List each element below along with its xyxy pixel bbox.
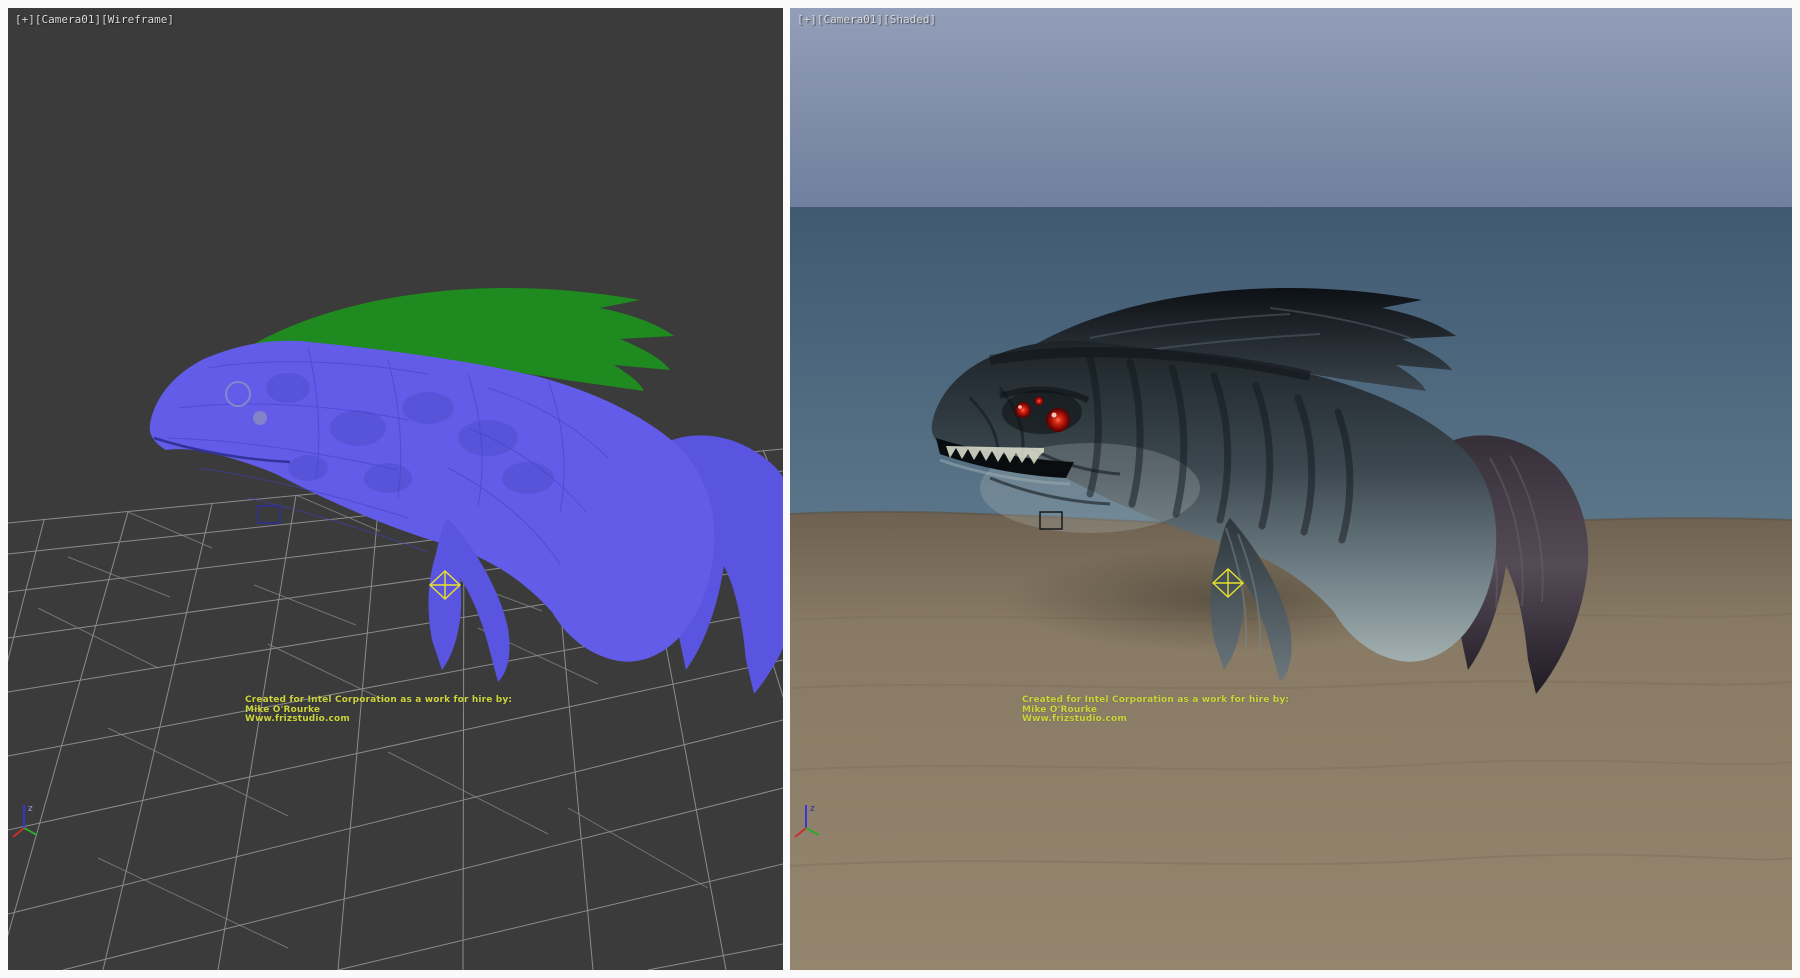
viewport-label: [+][Camera01][Wireframe]: [15, 13, 174, 26]
axis-z-label: z: [28, 804, 33, 814]
application-window: [+][Camera01][Wireframe]: [0, 0, 1800, 978]
credit-line-3: Www.frizstudio.com: [1022, 715, 1289, 725]
bone-helper-box[interactable]: [258, 506, 280, 523]
axis-z-label: z: [810, 804, 815, 814]
eye-socket-shadow: [1002, 390, 1082, 434]
viewport-splitter[interactable]: [783, 8, 790, 970]
viewport-shading-menu[interactable]: [Wireframe]: [101, 13, 174, 26]
world-axis-icon: z: [13, 804, 37, 837]
eye-large: [1046, 408, 1070, 432]
viewport-general-menu[interactable]: [+]: [15, 13, 35, 26]
shaded-scene: z: [790, 8, 1792, 970]
eye-medium: [1015, 402, 1031, 418]
eye-dot: [253, 411, 267, 425]
eye-highlight-1: [1052, 413, 1057, 418]
viewport-shading-menu[interactable]: [Shaded]: [883, 13, 936, 26]
credit-text: Created for Intel Corporation as a work …: [1022, 696, 1289, 725]
credit-text: Created for Intel Corporation as a work …: [245, 696, 512, 725]
wireframe-scene: z: [8, 8, 783, 970]
credit-line-3: Www.frizstudio.com: [245, 715, 512, 725]
fish-model-wireframe[interactable]: [150, 288, 783, 694]
viewport-general-menu[interactable]: [+]: [797, 13, 817, 26]
viewport-pov-menu[interactable]: [Camera01]: [35, 13, 101, 26]
eye-highlight-2: [1018, 405, 1022, 409]
viewport-shaded[interactable]: [+][Camera01][Shaded]: [790, 8, 1792, 970]
eye-small: [1035, 397, 1044, 406]
viewport-label: [+][Camera01][Shaded]: [797, 13, 936, 26]
viewport-pov-menu[interactable]: [Camera01]: [817, 13, 883, 26]
viewport-wireframe[interactable]: [+][Camera01][Wireframe]: [8, 8, 783, 970]
sky: [790, 8, 1792, 208]
